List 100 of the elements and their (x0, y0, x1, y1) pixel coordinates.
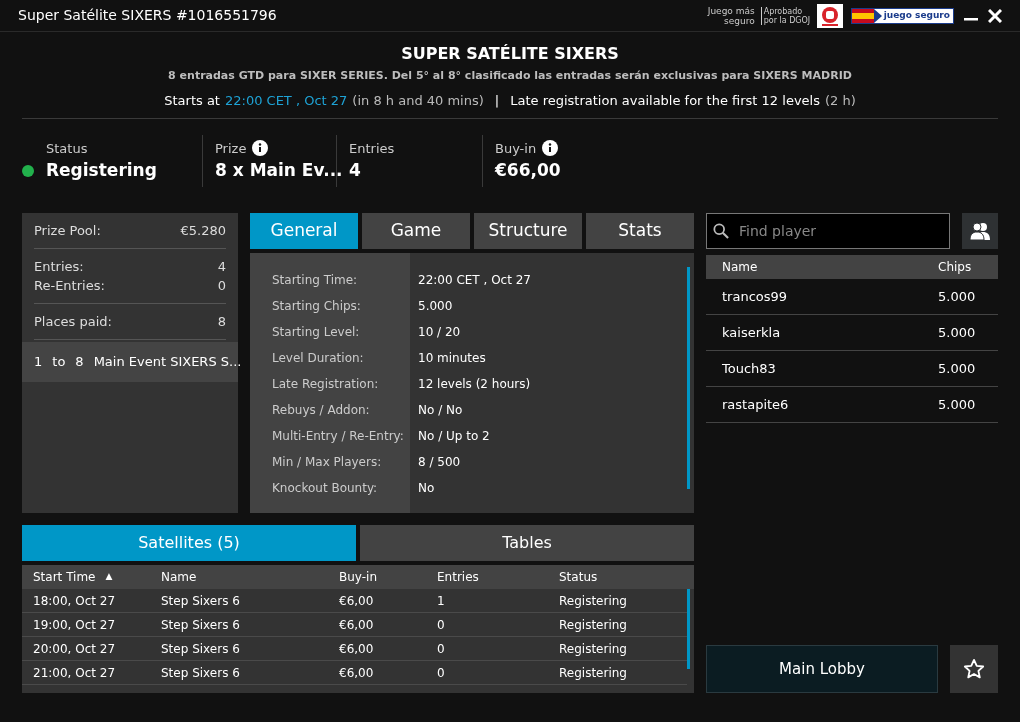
tab[interactable]: Structure (474, 213, 582, 249)
prize-value: 4 (217, 258, 226, 276)
table-cell-text: Step Sixers 6 (161, 664, 241, 682)
table-cell-text: €6,00 (339, 592, 375, 610)
prize-label: Places paid: (34, 313, 112, 331)
info-label: Multi-Entry / Re-Entry: (271, 428, 405, 445)
info-value: 22:00 CET , Oct 27 (417, 272, 531, 289)
star-icon (963, 658, 985, 680)
column-header[interactable]: Entries (437, 568, 479, 586)
prize-label: Entries: (34, 258, 84, 276)
info-value: 5.000 (417, 298, 453, 315)
table-cell-text: 21:00, Oct 27 (33, 664, 117, 682)
info-label: Knockout Bounty: (271, 480, 379, 497)
close-icon[interactable] (988, 8, 1002, 23)
column-header[interactable]: Status (559, 568, 598, 586)
column-header[interactable]: Name (161, 568, 197, 586)
prize-value: €5.280 (180, 222, 226, 240)
info-value: No (417, 480, 435, 497)
column-header: Chips (938, 259, 973, 276)
summary-label: Entries (349, 139, 395, 158)
info-label: Rebuys / Addon: (271, 402, 371, 419)
prize-value: 8 (217, 313, 226, 331)
table-cell-text: 0 (437, 640, 446, 658)
column-header[interactable]: Start Time (33, 568, 96, 586)
search-icon (713, 222, 729, 240)
window-title: Super Satélite SIXERS #1016551796 (18, 6, 278, 25)
search-field[interactable]: Find player (738, 220, 943, 242)
players-button[interactable] (962, 213, 998, 249)
badge-text: Juego más seguro (706, 5, 755, 26)
player-chips: 5.000 (938, 322, 982, 343)
payout-from: 1 (34, 353, 43, 372)
summary-label: Status (46, 139, 88, 158)
scrollbar[interactable] (687, 589, 690, 669)
player-name: rastapite6 (722, 395, 790, 414)
tab[interactable]: Stats (586, 213, 694, 249)
info-label: Starting Chips: (271, 298, 362, 315)
summary-value: Registering (46, 159, 157, 182)
summary-label: Buy-in (495, 139, 537, 158)
info-label: Min / Max Players: (271, 454, 383, 471)
start-time: 22:00 CET , Oct 27 (224, 91, 348, 110)
player-name: trancos99 (722, 287, 789, 306)
payout-row[interactable]: 1 to 8 Main Event SIXERS S... (22, 342, 238, 382)
payout-to: 8 (75, 353, 84, 372)
table-cell-text: Step Sixers 6 (161, 640, 241, 658)
table-cell-text: Registering (559, 592, 628, 610)
info-value: 10 minutes (417, 350, 486, 367)
player-chips: 5.000 (938, 358, 982, 379)
info-label: Level Duration: (271, 350, 365, 367)
summary-value: 8 x Main Ev... (215, 159, 343, 182)
table-cell-text: 19:00, Oct 27 (33, 616, 117, 634)
favorite-button[interactable] (950, 645, 998, 693)
table-cell-text: 20:00, Oct 27 (33, 640, 117, 658)
table-cell-text: 0 (437, 616, 446, 634)
table-cell-text: Step Sixers 6 (161, 592, 241, 610)
info-value: No / Up to 2 (417, 428, 490, 445)
tournament-title: SUPER SATÉLITE SIXERS (401, 43, 619, 65)
table-cell-text: 1 (437, 592, 446, 610)
table-cell-text: 0 (437, 664, 446, 682)
prize-value: 0 (217, 277, 226, 295)
table-cell-text: Step Sixers 6 (161, 616, 241, 634)
payout-to-word: to (52, 353, 66, 372)
table-cell-text: €6,00 (339, 616, 375, 634)
sort-arrow: ▲ (105, 570, 113, 584)
info-label: Starting Level: (271, 324, 361, 341)
scrollbar[interactable] (687, 267, 690, 489)
starts-label: Starts at (164, 91, 220, 110)
prize-label: Prize Pool: (34, 222, 101, 240)
table-cell-text: €6,00 (339, 640, 375, 658)
info-value: 10 / 20 (417, 324, 461, 341)
users-icon (969, 222, 991, 240)
tab[interactable]: Tables (360, 525, 694, 561)
badge-text: Aprobado por la DGOJ (760, 6, 813, 25)
info-value: 12 levels (2 hours) (417, 376, 531, 393)
summary-value: 4 (349, 159, 361, 182)
prize-label: Re-Entries: (34, 277, 105, 295)
info-value: 8 / 500 (417, 454, 461, 471)
table-cell-text: Registering (559, 640, 628, 658)
tab[interactable]: Game (362, 213, 470, 249)
player-name: Touch83 (722, 359, 777, 378)
summary-label: Prize (215, 139, 247, 158)
table-cell-text: 18:00, Oct 27 (33, 592, 117, 610)
separator-text: | (494, 91, 500, 110)
column-header[interactable]: Buy-in (339, 568, 377, 586)
table-cell-text: €6,00 (339, 664, 375, 682)
table-cell-text: Registering (559, 664, 628, 682)
late-registration-time: (2 h) (824, 91, 856, 110)
time-remaining: (in 8 h and 40 mins) (352, 91, 484, 110)
info-icon[interactable] (252, 140, 269, 157)
column-header: Name (722, 259, 759, 276)
info-icon[interactable] (542, 140, 559, 157)
summary-value: €66,00 (495, 159, 561, 182)
info-label: Starting Time: (271, 272, 359, 289)
info-value: No / No (417, 402, 463, 419)
player-name: kaiserkla (722, 323, 782, 342)
info-label: Late Registration: (271, 376, 380, 393)
main-lobby-button[interactable]: Main Lobby (706, 645, 938, 693)
late-registration-text: Late registration available for the first 12 levels (510, 91, 820, 110)
juego-seguro-logo: juego seguro (850, 7, 954, 24)
search-box[interactable]: Find player (706, 213, 950, 249)
player-chips: 5.000 (938, 394, 982, 415)
